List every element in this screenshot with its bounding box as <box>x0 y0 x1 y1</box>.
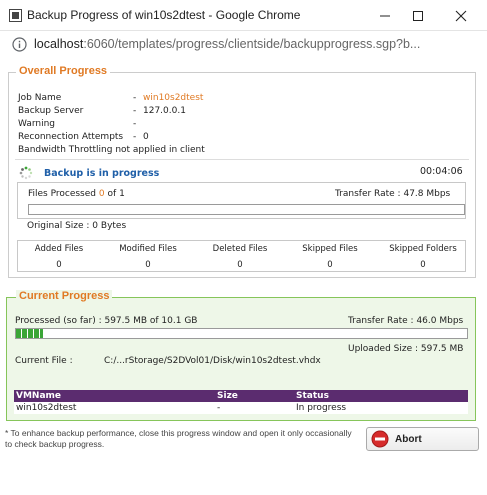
maximize-icon <box>413 11 423 21</box>
files-progress-box: Files Processed 0 of 1 Transfer Rate : 4… <box>17 182 466 219</box>
current-progress-bar <box>15 328 468 339</box>
performance-note: * To enhance backup performance, close t… <box>5 428 352 449</box>
url-text[interactable]: localhost:6060/templates/progress/client… <box>34 37 479 51</box>
uploaded-size-text: Uploaded Size : 597.5 MB <box>348 344 464 354</box>
stat-skipped-files-label: Skipped Files <box>302 244 358 254</box>
overall-transfer-rate-value: 47.8 Mbps <box>403 189 451 199</box>
vm-table: VMName Size Status win10s2dtest - In pro… <box>14 390 468 414</box>
current-file-value: C:/...rStorage/S2DVol01/Disk/win10s2dtes… <box>104 356 321 366</box>
job-name-label: Job Name <box>18 93 62 103</box>
stat-skipped-files-value: 0 <box>327 260 333 270</box>
url-path: :6060/templates/progress/clientside/back… <box>83 37 421 51</box>
current-progress-panel: Current Progress Processed (so far) : 59… <box>6 290 476 421</box>
file-stats-grid: Added Files 0 Modified Files 0 Deleted F… <box>17 240 466 272</box>
stop-icon <box>371 430 389 448</box>
elapsed-time: 00:04:06 <box>420 166 463 177</box>
close-icon <box>455 10 467 22</box>
files-processed-done: 0 <box>98 189 105 199</box>
warning-label: Warning <box>18 119 56 129</box>
window-title: Backup Progress of win10s2dtest - Google… <box>27 8 301 22</box>
minimize-icon <box>380 15 390 17</box>
stat-deleted-files-value: 0 <box>237 260 243 270</box>
abort-button-label: Abort <box>395 433 422 445</box>
backup-server-sep: - <box>133 106 137 116</box>
abort-button[interactable]: Abort <box>366 427 479 451</box>
window-titlebar: Backup Progress of win10s2dtest - Google… <box>0 0 487 31</box>
stat-deleted-files-label: Deleted Files <box>212 244 268 254</box>
files-processed-total: 1 <box>119 189 125 199</box>
stat-modified-files-label: Modified Files <box>119 244 177 254</box>
job-name-sep: - <box>133 93 137 103</box>
maximize-button[interactable] <box>398 4 438 28</box>
overall-progress-bar <box>28 204 465 215</box>
close-button[interactable] <box>441 4 481 28</box>
overall-progress-panel: Overall Progress Job Name - win10s2dtest… <box>8 65 476 278</box>
current-progress-fill <box>16 329 44 338</box>
divider <box>15 159 469 160</box>
current-transfer-rate: Transfer Rate : 46.0 Mbps <box>348 316 464 326</box>
stat-added-files-label: Added Files <box>34 244 84 254</box>
warning-sep: - <box>133 119 137 129</box>
column-header-vmname: VMName <box>14 390 215 402</box>
files-processed-label: Files Processed <box>28 189 97 199</box>
backup-server-label: Backup Server <box>18 106 84 116</box>
overall-progress-title: Overall Progress <box>16 65 111 77</box>
table-row: win10s2dtest - In progress <box>14 402 468 414</box>
stat-skipped-folders-value: 0 <box>420 260 426 270</box>
bandwidth-throttling-text: Bandwidth Throttling not applied in clie… <box>18 145 205 155</box>
job-name-value: win10s2dtest <box>143 93 204 103</box>
vm-status-cell: In progress <box>294 402 468 414</box>
reconnection-attempts-label: Reconnection Attempts <box>18 132 124 142</box>
vm-table-header: VMName Size Status <box>14 390 468 402</box>
stat-modified-files-value: 0 <box>145 260 151 270</box>
backup-status-text: Backup is in progress <box>44 168 160 179</box>
reconnection-attempts-value: 0 <box>143 132 149 142</box>
backup-app-icon <box>9 9 22 22</box>
info-icon[interactable] <box>12 37 27 52</box>
original-size-text: Original Size : 0 Bytes <box>27 221 127 231</box>
url-host: localhost <box>34 37 84 51</box>
processed-so-far-text: Processed (so far) : 597.5 MB of 10.1 GB <box>15 316 198 326</box>
overall-transfer-rate-label: Transfer Rate : <box>335 189 401 199</box>
vm-name-cell: win10s2dtest <box>14 402 215 414</box>
files-processed-of: of <box>107 189 117 199</box>
overall-transfer-rate: Transfer Rate : 47.8 Mbps <box>335 189 450 199</box>
stat-added-files-value: 0 <box>56 260 62 270</box>
address-bar[interactable]: localhost:6060/templates/progress/client… <box>0 32 487 58</box>
backup-server-value: 127.0.0.1 <box>143 106 186 116</box>
column-header-size: Size <box>215 390 294 402</box>
reconnection-attempts-sep: - <box>133 132 137 142</box>
current-file-label: Current File : <box>15 356 73 366</box>
current-progress-title: Current Progress <box>16 290 113 302</box>
vm-size-cell: - <box>215 402 294 414</box>
column-header-status: Status <box>294 390 468 402</box>
stat-skipped-folders-label: Skipped Folders <box>389 244 457 254</box>
spinner-icon <box>19 166 33 180</box>
files-processed-text: Files Processed 0 of 1 <box>28 189 125 199</box>
